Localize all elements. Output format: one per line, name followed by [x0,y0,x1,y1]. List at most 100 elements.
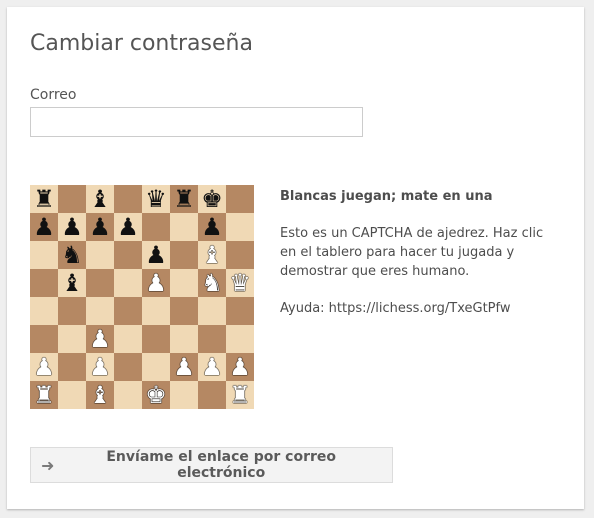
white-pawn-icon[interactable]: ♟ [89,325,111,353]
white-queen-icon[interactable]: ♛ [229,269,251,297]
square-b5[interactable]: ♝ [58,269,86,297]
square-c8[interactable]: ♝ [86,185,114,213]
square-g1[interactable] [198,381,226,409]
square-f6[interactable] [170,241,198,269]
square-g4[interactable] [198,297,226,325]
email-field[interactable] [30,107,363,137]
square-d3[interactable] [114,325,142,353]
black-pawn-icon[interactable]: ♟ [33,213,55,241]
white-pawn-icon[interactable]: ♟ [229,353,251,381]
square-f2[interactable]: ♟ [170,353,198,381]
black-pawn-icon[interactable]: ♟ [89,213,111,241]
square-b3[interactable] [58,325,86,353]
white-pawn-icon[interactable]: ♟ [201,353,223,381]
white-bishop-icon[interactable]: ♝ [89,381,111,409]
square-h7[interactable] [226,213,254,241]
send-link-button[interactable]: ➜ Envíame el enlace por correo electróni… [30,447,393,483]
square-e8[interactable]: ♛ [142,185,170,213]
square-f5[interactable] [170,269,198,297]
black-bishop-icon[interactable]: ♝ [89,185,111,213]
square-f4[interactable] [170,297,198,325]
square-a6[interactable] [30,241,58,269]
white-pawn-icon[interactable]: ♟ [145,269,167,297]
square-f3[interactable] [170,325,198,353]
square-h3[interactable] [226,325,254,353]
black-pawn-icon[interactable]: ♟ [201,213,223,241]
white-rook-icon[interactable]: ♜ [229,381,251,409]
square-h6[interactable] [226,241,254,269]
square-g2[interactable]: ♟ [198,353,226,381]
square-d5[interactable] [114,269,142,297]
square-c5[interactable] [86,269,114,297]
square-g3[interactable] [198,325,226,353]
square-a8[interactable]: ♜ [30,185,58,213]
black-rook-icon[interactable]: ♜ [33,185,55,213]
square-b8[interactable] [58,185,86,213]
white-bishop-icon[interactable]: ♝ [201,241,223,269]
black-queen-icon[interactable]: ♛ [145,185,167,213]
square-e5[interactable]: ♟ [142,269,170,297]
square-f8[interactable]: ♜ [170,185,198,213]
square-h8[interactable] [226,185,254,213]
square-d7[interactable]: ♟ [114,213,142,241]
square-e4[interactable] [142,297,170,325]
black-pawn-icon[interactable]: ♟ [61,213,83,241]
white-rook-icon[interactable]: ♜ [33,381,55,409]
square-g8[interactable]: ♚ [198,185,226,213]
square-d4[interactable] [114,297,142,325]
square-c6[interactable] [86,241,114,269]
chess-board[interactable]: ♜ ♝ ♛ ♜ ♚ ♟ ♟ ♟ ♟ ♟ ♞ ♟ ♝ ♝ ♟ ♞ ♛ ♟ ♟ ♟ ♟ ♟ ♟ ♜ ♝ ♚ ♜ [30,185,254,409]
password-reset-card: Cambiar contraseña Correo ♜ ♝ ♛ ♜ ♚ ♟ ♟ ♟ ♟ ♟ ♞ ♟ ♝ ♝… [7,7,584,509]
square-a4[interactable] [30,297,58,325]
white-pawn-icon[interactable]: ♟ [89,353,111,381]
black-pawn-icon[interactable]: ♟ [145,241,167,269]
white-pawn-icon[interactable]: ♟ [33,353,55,381]
captcha-description: Esto es un CAPTCHA de ajedrez. Haz clic … [280,226,544,279]
square-g7[interactable]: ♟ [198,213,226,241]
square-d8[interactable] [114,185,142,213]
square-d1[interactable] [114,381,142,409]
square-b6[interactable]: ♞ [58,241,86,269]
square-b1[interactable] [58,381,86,409]
square-a2[interactable]: ♟ [30,353,58,381]
square-h4[interactable] [226,297,254,325]
square-h1[interactable]: ♜ [226,381,254,409]
black-knight-icon[interactable]: ♞ [61,241,83,269]
white-king-icon[interactable]: ♚ [145,381,167,409]
square-c4[interactable] [86,297,114,325]
square-d2[interactable] [114,353,142,381]
white-pawn-icon[interactable]: ♟ [173,353,195,381]
square-a3[interactable] [30,325,58,353]
square-e3[interactable] [142,325,170,353]
square-b2[interactable] [58,353,86,381]
black-bishop-icon[interactable]: ♝ [61,269,83,297]
square-a5[interactable] [30,269,58,297]
square-g6[interactable]: ♝ [198,241,226,269]
square-b4[interactable] [58,297,86,325]
white-knight-icon[interactable]: ♞ [201,269,223,297]
square-h5[interactable]: ♛ [226,269,254,297]
square-e6[interactable]: ♟ [142,241,170,269]
square-f1[interactable] [170,381,198,409]
square-c1[interactable]: ♝ [86,381,114,409]
square-a7[interactable]: ♟ [30,213,58,241]
send-link-label: Envíame el enlace por correo electrónico [106,449,337,481]
black-pawn-icon[interactable]: ♟ [117,213,139,241]
black-rook-icon[interactable]: ♜ [173,185,195,213]
square-e1[interactable]: ♚ [142,381,170,409]
square-c7[interactable]: ♟ [86,213,114,241]
square-c3[interactable]: ♟ [86,325,114,353]
square-g5[interactable]: ♞ [198,269,226,297]
square-d6[interactable] [114,241,142,269]
square-e7[interactable] [142,213,170,241]
page-title: Cambiar contraseña [30,31,253,56]
square-c2[interactable]: ♟ [86,353,114,381]
square-a1[interactable]: ♜ [30,381,58,409]
black-king-icon[interactable]: ♚ [201,185,223,213]
square-e2[interactable] [142,353,170,381]
square-b7[interactable]: ♟ [58,213,86,241]
captcha-heading: Blancas juegan; mate en una [280,189,493,204]
square-h2[interactable]: ♟ [226,353,254,381]
email-label: Correo [30,87,77,103]
square-f7[interactable] [170,213,198,241]
